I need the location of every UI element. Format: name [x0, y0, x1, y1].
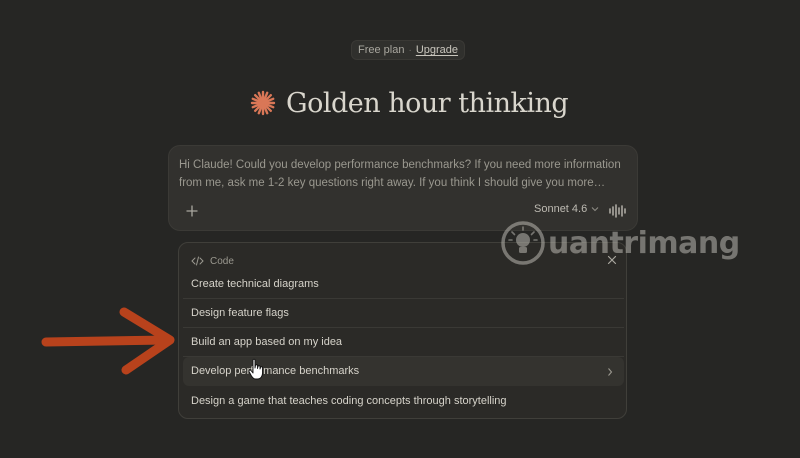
- arrow-right-icon: [41, 307, 175, 375]
- suggestion-item[interactable]: Build an app based on my idea: [183, 328, 624, 357]
- code-icon: [191, 256, 204, 266]
- plan-separator: ·: [408, 44, 412, 56]
- chevron-right-icon: [608, 368, 613, 376]
- suggestion-label: Design feature flags: [191, 307, 289, 319]
- page-title: Golden hour thinking: [286, 87, 569, 119]
- suggestion-item[interactable]: Create technical diagrams: [183, 270, 624, 299]
- model-label: Sonnet 4.6: [534, 203, 588, 215]
- suggestion-label: Develop performance benchmarks: [191, 365, 360, 377]
- plan-pill: Free plan · Upgrade: [351, 40, 466, 60]
- chevron-down-icon: [591, 207, 599, 212]
- suggestion-item[interactable]: Design a game that teaches coding concep…: [183, 386, 624, 415]
- page: Free plan · Upgrade Golden hour thinking…: [0, 0, 800, 458]
- watermark: uantrimang: [500, 220, 740, 266]
- lightbulb-icon: [501, 221, 545, 265]
- plus-icon: [186, 205, 198, 217]
- suggestion-label: Build an app based on my idea: [191, 336, 343, 348]
- add-attachment-button[interactable]: [183, 202, 201, 220]
- greeting: Golden hour thinking: [250, 84, 569, 122]
- claude-star-icon: [250, 90, 276, 116]
- suggestions-panel: Code Create technical diagrams Design fe…: [178, 242, 627, 419]
- hand-pointer-icon: [248, 358, 263, 380]
- suggestion-label: Create technical diagrams: [191, 278, 319, 290]
- suggestion-item[interactable]: Design feature flags: [183, 299, 624, 328]
- model-selector[interactable]: Sonnet 4.6: [534, 203, 599, 215]
- upgrade-link[interactable]: Upgrade: [416, 44, 458, 56]
- suggestion-label: Design a game that teaches coding concep…: [191, 394, 507, 407]
- suggestions-category: Code: [210, 255, 234, 267]
- prompt-input[interactable]: Hi Claude! Could you develop performance…: [179, 156, 629, 192]
- waveform-icon[interactable]: [607, 202, 627, 220]
- suggestions-header: Code: [191, 253, 234, 269]
- prompt-composer[interactable]: Hi Claude! Could you develop performance…: [168, 145, 638, 231]
- plan-label: Free plan: [358, 44, 405, 56]
- watermark-text: uantrimang: [548, 225, 740, 261]
- suggestions-list: Create technical diagrams Design feature…: [183, 270, 624, 415]
